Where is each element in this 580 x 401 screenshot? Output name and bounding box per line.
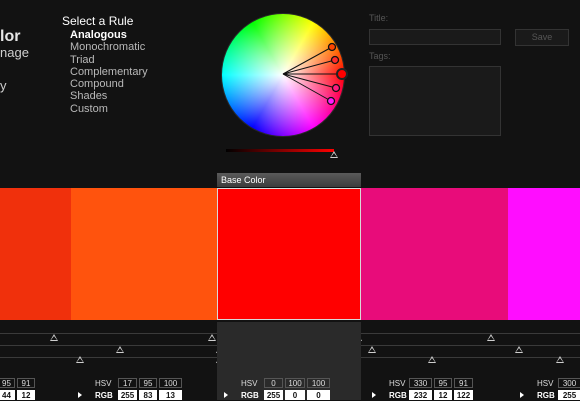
rgb-r-field[interactable]: 232 — [409, 390, 432, 400]
rule-analogous[interactable]: Analogous — [70, 29, 148, 41]
rule-compound[interactable]: Compound — [70, 78, 148, 90]
brightness-handle-icon[interactable] — [330, 151, 338, 158]
hsv-v-field[interactable]: 91 — [17, 378, 35, 388]
rule-selector: Select a Rule Analogous Monochromatic Tr… — [62, 14, 148, 115]
marker-base — [336, 68, 348, 80]
rule-monochromatic[interactable]: Monochromatic — [70, 41, 148, 53]
rgb-label: RGB — [389, 391, 407, 400]
base-color-label: Base Color — [217, 173, 361, 187]
rgb-r-field[interactable]: 255 — [558, 390, 580, 400]
slider-handle-icon[interactable] — [487, 334, 495, 341]
hsv-s-field[interactable]: 95 — [139, 378, 157, 388]
swatch-base[interactable] — [217, 188, 361, 320]
rule-heading: Select a Rule — [62, 14, 134, 28]
hsv-label: HSV — [537, 379, 554, 388]
hsv-label: HSV — [389, 379, 406, 388]
slider-handle-icon[interactable] — [428, 356, 436, 363]
rule-shades[interactable]: Shades — [70, 90, 148, 102]
swatch-2[interactable] — [71, 188, 217, 320]
rule-triad[interactable]: Triad — [70, 54, 148, 66]
tags-label: Tags: — [369, 51, 391, 61]
rgb-label: RGB — [95, 391, 113, 400]
left-panel-text: y — [0, 78, 7, 93]
hsv-label: HSV — [95, 379, 112, 388]
brightness-slider[interactable] — [226, 149, 334, 152]
rgb-r-field[interactable]: 255 — [264, 390, 283, 400]
swatch-1[interactable] — [0, 188, 71, 320]
play-icon[interactable] — [78, 392, 82, 398]
slider-handle-icon[interactable] — [556, 356, 564, 363]
title-input[interactable] — [369, 29, 501, 45]
hsv-h-field[interactable]: 17 — [118, 378, 137, 388]
slider-handle-icon[interactable] — [50, 334, 58, 341]
hsv-h-field[interactable]: 330 — [409, 378, 432, 388]
hsv-s-field[interactable]: 100 — [285, 378, 305, 388]
marker-5 — [326, 96, 336, 106]
slider-handle-icon[interactable] — [116, 346, 124, 353]
left-panel-subtitle: nage — [0, 45, 29, 60]
swatch-5[interactable] — [508, 188, 580, 320]
rgb-b-field[interactable]: 122 — [454, 390, 473, 400]
title-label: Title: — [369, 13, 389, 23]
hsv-v-field[interactable]: 91 — [454, 378, 473, 388]
slider-handle-icon[interactable] — [368, 346, 376, 353]
rgb-g-field[interactable]: 44 — [0, 390, 15, 400]
rgb-b-field[interactable]: 12 — [17, 390, 35, 400]
swatch-row — [0, 188, 580, 320]
swatch-4[interactable] — [361, 188, 508, 320]
tags-input[interactable] — [369, 66, 501, 136]
marker-2 — [330, 55, 340, 65]
slider-handle-icon[interactable] — [208, 334, 216, 341]
slider-handle-icon[interactable] — [515, 346, 523, 353]
rgb-label: RGB — [537, 391, 555, 400]
marker-1 — [327, 42, 337, 52]
marker-4 — [331, 83, 341, 93]
rgb-r-field[interactable]: 255 — [118, 390, 137, 400]
play-icon[interactable] — [224, 392, 228, 398]
save-button[interactable]: Save — [515, 29, 569, 46]
hsv-h-field[interactable]: 0 — [264, 378, 283, 388]
play-icon[interactable] — [520, 392, 524, 398]
slider-handle-icon[interactable] — [76, 356, 84, 363]
rgb-g-field[interactable]: 83 — [139, 390, 157, 400]
hsv-s-field[interactable]: 95 — [434, 378, 452, 388]
rgb-b-field[interactable]: 13 — [159, 390, 182, 400]
hsv-v-field[interactable]: 100 — [307, 378, 330, 388]
hsv-label: HSV — [241, 379, 258, 388]
wheel-markers[interactable] — [222, 14, 352, 138]
hsv-h-field[interactable]: 300 — [558, 378, 580, 388]
rgb-b-field[interactable]: 0 — [307, 390, 330, 400]
rgb-g-field[interactable]: 0 — [285, 390, 305, 400]
rule-custom[interactable]: Custom — [70, 103, 148, 115]
rgb-label: RGB — [241, 391, 259, 400]
left-panel-title: lor — [0, 28, 21, 45]
rgb-g-field[interactable]: 12 — [434, 390, 452, 400]
hsv-v-field[interactable]: 100 — [159, 378, 182, 388]
hsv-s-field[interactable]: 95 — [0, 378, 15, 388]
rule-complementary[interactable]: Complementary — [70, 66, 148, 78]
play-icon[interactable] — [372, 392, 376, 398]
